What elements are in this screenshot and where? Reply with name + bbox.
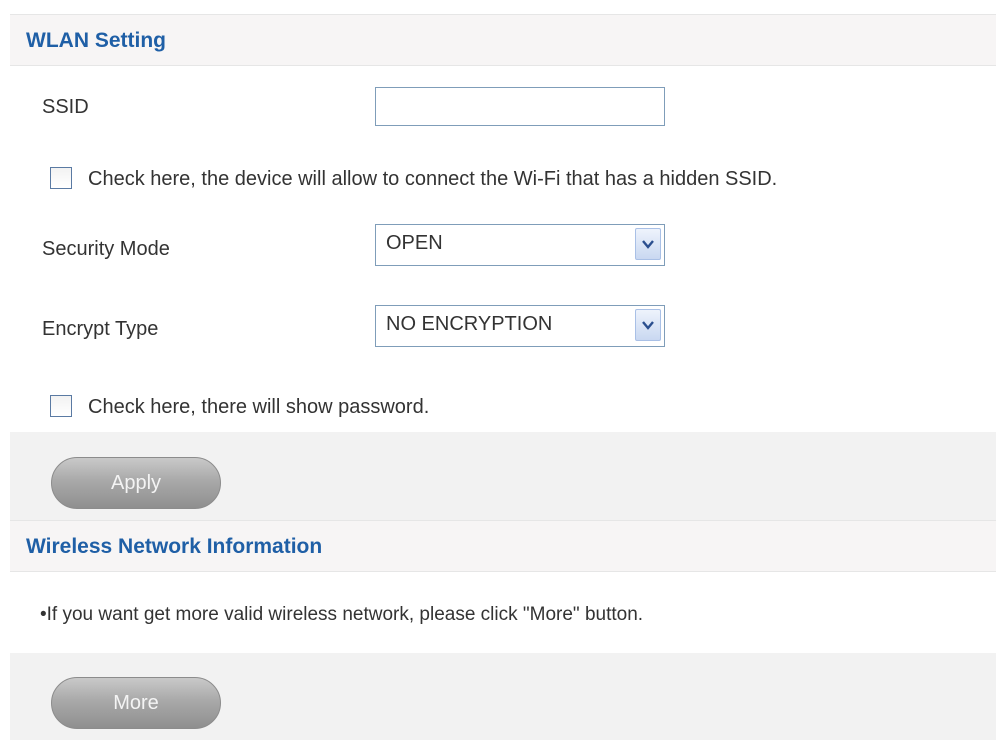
chevron-down-icon[interactable] [635,228,661,260]
show-password-checkbox[interactable] [50,395,72,417]
hidden-ssid-checkbox[interactable] [50,167,72,189]
wireless-info-header: Wireless Network Information [10,520,996,572]
wireless-info-hint: •If you want get more valid wireless net… [40,604,644,625]
wireless-info-title: Wireless Network Information [26,535,323,558]
ssid-input[interactable] [375,87,665,126]
encrypt-type-label: Encrypt Type [42,318,159,340]
encrypt-type-select[interactable]: NO ENCRYPTION [375,305,665,347]
more-button[interactable]: More [51,677,221,729]
encrypt-type-value: NO ENCRYPTION [386,313,553,335]
security-mode-value: OPEN [386,232,443,254]
security-mode-label: Security Mode [42,238,170,260]
security-mode-select[interactable]: OPEN [375,224,665,266]
apply-button[interactable]: Apply [51,457,221,509]
chevron-down-icon[interactable] [635,309,661,341]
page: WLAN Setting SSID Check here, the device… [0,0,996,740]
show-password-label: Check here, there will show password. [88,396,430,418]
ssid-label: SSID [42,96,89,118]
wlan-setting-title: WLAN Setting [26,29,166,52]
hidden-ssid-label: Check here, the device will allow to con… [88,168,778,190]
wlan-setting-header: WLAN Setting [10,14,996,66]
